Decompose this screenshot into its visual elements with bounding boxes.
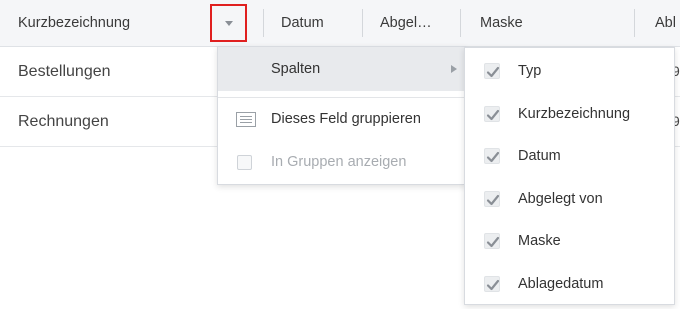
column-toggle-label: Ablagedatum xyxy=(518,276,604,292)
column-divider[interactable] xyxy=(362,9,363,37)
column-divider[interactable] xyxy=(634,9,635,37)
menu-item-in-gruppen: In Gruppen anzeigen xyxy=(218,141,465,183)
column-header-ablagedatum[interactable]: Abl xyxy=(655,0,680,46)
column-toggle-label: Maske xyxy=(518,233,561,249)
column-toggle-abgelegt-von[interactable]: Abgelegt von xyxy=(465,178,674,220)
column-divider[interactable] xyxy=(263,9,264,37)
cell-kurzbezeichnung: Rechnungen xyxy=(18,113,109,130)
menu-item-label: Spalten xyxy=(271,61,321,77)
chevron-right-icon xyxy=(451,65,457,73)
column-header-kurzbezeichnung[interactable]: Kurzbezeichnung xyxy=(18,0,198,46)
column-header-datum[interactable]: Datum xyxy=(281,0,351,46)
column-toggle-ablagedatum[interactable]: Ablagedatum xyxy=(465,263,674,305)
menu-item-label: In Gruppen anzeigen xyxy=(271,154,407,170)
column-header-abgelegt[interactable]: Abgel… xyxy=(380,0,450,46)
column-toggle-label: Abgelegt von xyxy=(518,191,603,207)
checkmark-icon[interactable] xyxy=(484,276,500,292)
checkbox-icon xyxy=(237,155,252,170)
grid-header: Kurzbezeichnung Datum Abgel… Maske Abl xyxy=(0,0,680,47)
column-toggle-kurzbezeichnung[interactable]: Kurzbezeichnung xyxy=(465,93,674,135)
column-menu-trigger[interactable] xyxy=(210,4,247,42)
column-toggle-typ[interactable]: Typ xyxy=(465,50,674,92)
column-toggle-label: Datum xyxy=(518,148,561,164)
column-divider[interactable] xyxy=(460,9,461,37)
checkmark-icon[interactable] xyxy=(484,148,500,164)
menu-item-gruppieren[interactable]: Dieses Feld gruppieren xyxy=(218,98,465,141)
checkmark-icon[interactable] xyxy=(484,106,500,122)
column-toggle-maske[interactable]: Maske xyxy=(465,220,674,262)
columns-submenu: Typ Kurzbezeichnung Datum Abgelegt von M… xyxy=(464,47,675,305)
column-context-menu: Spalten Dieses Feld gruppieren In Gruppe… xyxy=(217,46,466,185)
group-list-icon xyxy=(236,112,256,127)
caret-down-icon xyxy=(225,21,233,26)
checkmark-icon[interactable] xyxy=(484,233,500,249)
menu-item-spalten[interactable]: Spalten xyxy=(218,47,465,91)
cell-kurzbezeichnung: Bestellungen xyxy=(18,63,111,80)
column-header-maske[interactable]: Maske xyxy=(480,0,600,46)
checkmark-icon[interactable] xyxy=(484,191,500,207)
checkmark-icon[interactable] xyxy=(484,63,500,79)
column-toggle-label: Typ xyxy=(518,63,542,79)
column-toggle-label: Kurzbezeichnung xyxy=(518,106,631,122)
column-toggle-datum[interactable]: Datum xyxy=(465,135,674,177)
menu-item-label: Dieses Feld gruppieren xyxy=(271,111,421,127)
